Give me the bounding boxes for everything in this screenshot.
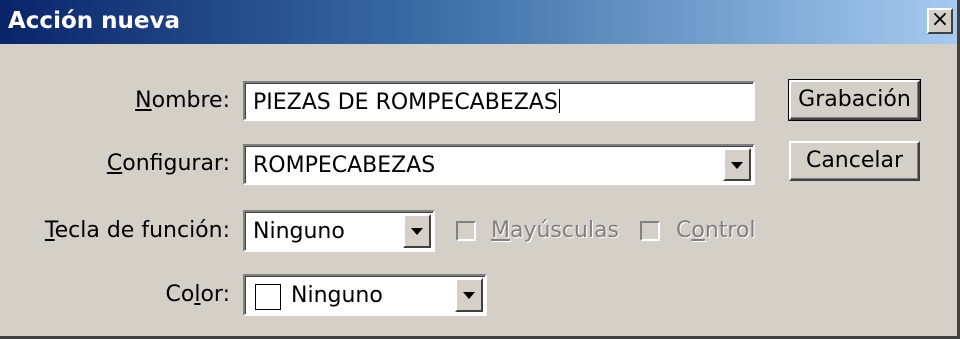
new-action-dialog: Acción nueva × Nombre: PIEZAS DE ROMPECA… <box>0 0 960 339</box>
name-input-value: PIEZAS DE ROMPECABEZAS <box>253 90 558 115</box>
name-input[interactable]: PIEZAS DE ROMPECABEZAS <box>243 81 755 121</box>
set-label: Configurar: <box>106 151 230 176</box>
control-checkbox-label: Control <box>676 218 756 243</box>
chevron-down-icon <box>411 228 423 235</box>
color-swatch <box>255 284 281 310</box>
control-checkbox[interactable] <box>640 221 660 241</box>
function-key-label: Tecla de función: <box>44 218 230 243</box>
set-select[interactable]: ROMPECABEZAS <box>243 144 755 185</box>
shift-checkbox[interactable] <box>456 221 476 241</box>
color-label: Color: <box>165 282 230 307</box>
color-dropdown-button[interactable] <box>455 278 483 312</box>
text-caret <box>558 89 560 113</box>
function-key-dropdown-button[interactable] <box>403 214 431 248</box>
set-select-value: ROMPECABEZAS <box>253 153 436 178</box>
chevron-down-icon <box>463 292 475 299</box>
dialog-title: Acción nueva <box>8 8 180 34</box>
name-label: Nombre: <box>135 88 230 113</box>
chevron-down-icon <box>731 161 743 169</box>
cancel-button[interactable]: Cancelar <box>789 141 920 181</box>
color-select[interactable]: Ninguno <box>243 274 487 316</box>
shift-checkbox-label: Mayúsculas <box>491 218 619 243</box>
close-button[interactable]: × <box>927 8 953 34</box>
record-button[interactable]: Grabación <box>788 79 921 121</box>
color-select-value: Ninguno <box>291 283 383 308</box>
close-icon: × <box>930 7 950 32</box>
function-key-select-value: Ninguno <box>253 219 345 244</box>
set-dropdown-button[interactable] <box>723 148 751 181</box>
title-bar[interactable]: Acción nueva × <box>0 0 957 44</box>
function-key-select[interactable]: Ninguno <box>243 210 435 252</box>
